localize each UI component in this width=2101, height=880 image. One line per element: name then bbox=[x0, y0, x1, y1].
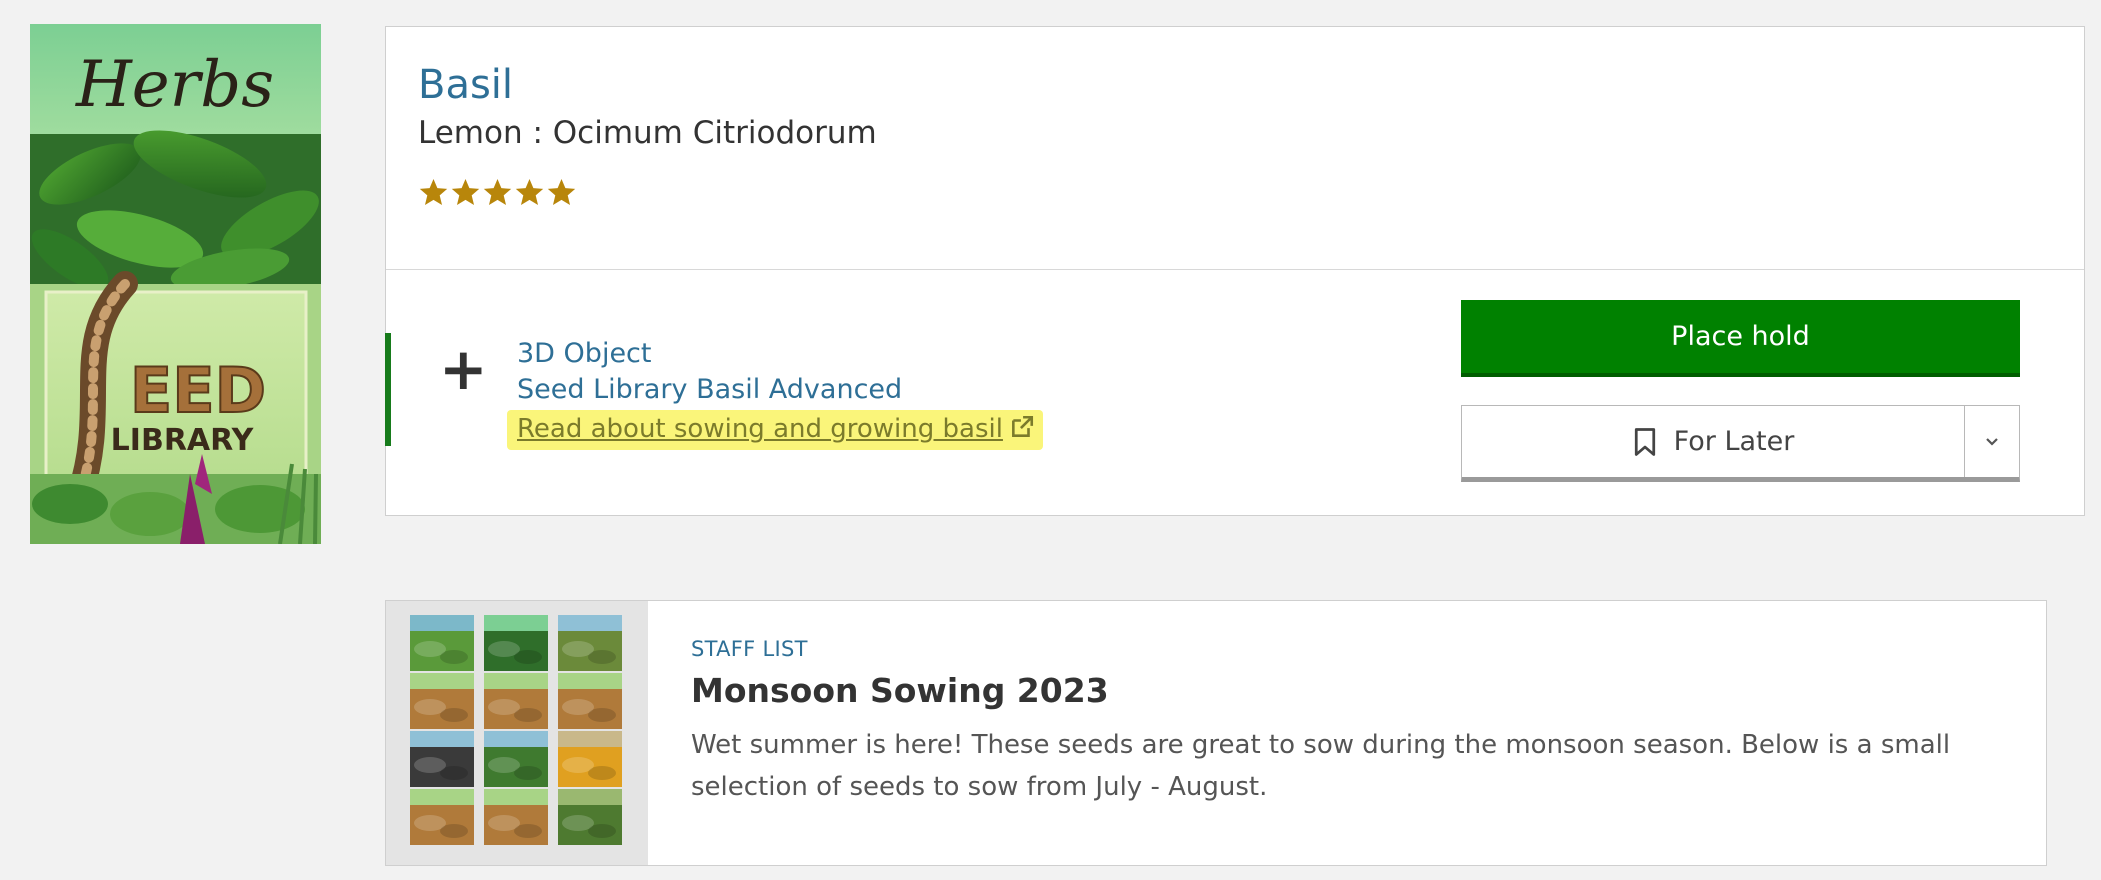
collage-thumbnail bbox=[558, 789, 622, 845]
cover-seed-text: EED bbox=[130, 354, 266, 427]
place-hold-button[interactable]: Place hold bbox=[1461, 300, 2020, 377]
record-subtitle: Lemon : Ocimum Citriodorum bbox=[418, 115, 877, 151]
staff-list-description: Wet summer is here! These seeds are grea… bbox=[691, 730, 1951, 802]
staff-list-collage-image[interactable] bbox=[386, 601, 648, 865]
collage-thumbnail bbox=[410, 673, 474, 729]
collage-thumbnail bbox=[484, 673, 548, 729]
chevron-down-icon bbox=[1986, 437, 1998, 446]
cover-title-text: Herbs bbox=[75, 48, 274, 122]
star-icon bbox=[546, 177, 577, 208]
collage-thumbnail bbox=[410, 615, 474, 671]
star-rating bbox=[418, 177, 2084, 208]
record-card: Basil Lemon : Ocimum Citriodorum + 3D Ob… bbox=[385, 26, 2085, 516]
expand-plus-icon[interactable]: + bbox=[439, 340, 488, 398]
for-later-label: For Later bbox=[1673, 426, 1795, 457]
staff-list-eyebrow: STAFF LIST bbox=[691, 637, 808, 661]
staff-list-text: STAFF LIST Monsoon Sowing 2023 Wet summe… bbox=[691, 637, 2021, 808]
book-cover-image[interactable]: Herbs EED LIBRARY bbox=[30, 24, 321, 544]
for-later-dropdown-button[interactable] bbox=[1965, 406, 2019, 477]
collage-thumbnail bbox=[558, 731, 622, 787]
staff-list-card[interactable]: STAFF LIST Monsoon Sowing 2023 Wet summe… bbox=[385, 600, 2047, 866]
record-title-link[interactable]: Basil bbox=[418, 61, 2084, 109]
star-icon bbox=[418, 177, 449, 208]
star-icon bbox=[482, 177, 513, 208]
collage-thumbnail bbox=[410, 731, 474, 787]
read-about-link-text: Read about sowing and growing basil bbox=[517, 414, 1003, 444]
format-details: 3D Object Seed Library Basil Advanced Re… bbox=[507, 336, 1043, 450]
external-link-icon bbox=[1011, 415, 1034, 437]
cover-library-text: LIBRARY bbox=[111, 423, 255, 458]
format-section: + 3D Object Seed Library Basil Advanced … bbox=[385, 270, 2084, 516]
collage-thumbnail bbox=[558, 615, 622, 671]
format-type-link[interactable]: 3D Object bbox=[517, 336, 1043, 372]
collage-thumbnail bbox=[484, 731, 548, 787]
star-icon bbox=[514, 177, 545, 208]
for-later-button[interactable]: For Later bbox=[1462, 406, 1965, 477]
format-accent-bar bbox=[385, 333, 391, 446]
collage-thumbnail bbox=[484, 789, 548, 845]
collage-thumbnail bbox=[410, 789, 474, 845]
staff-list-title-link[interactable]: Monsoon Sowing 2023 bbox=[691, 671, 2021, 710]
collage-thumbnail bbox=[484, 615, 548, 671]
bookmark-icon bbox=[1634, 427, 1655, 456]
for-later-button-group: For Later bbox=[1461, 405, 2020, 482]
read-about-link[interactable]: Read about sowing and growing basil bbox=[507, 410, 1043, 450]
collage-thumbnail bbox=[558, 673, 622, 729]
star-icon bbox=[450, 177, 481, 208]
format-name-link[interactable]: Seed Library Basil Advanced bbox=[517, 372, 1043, 408]
record-header: Basil Lemon : Ocimum Citriodorum bbox=[386, 27, 2084, 270]
